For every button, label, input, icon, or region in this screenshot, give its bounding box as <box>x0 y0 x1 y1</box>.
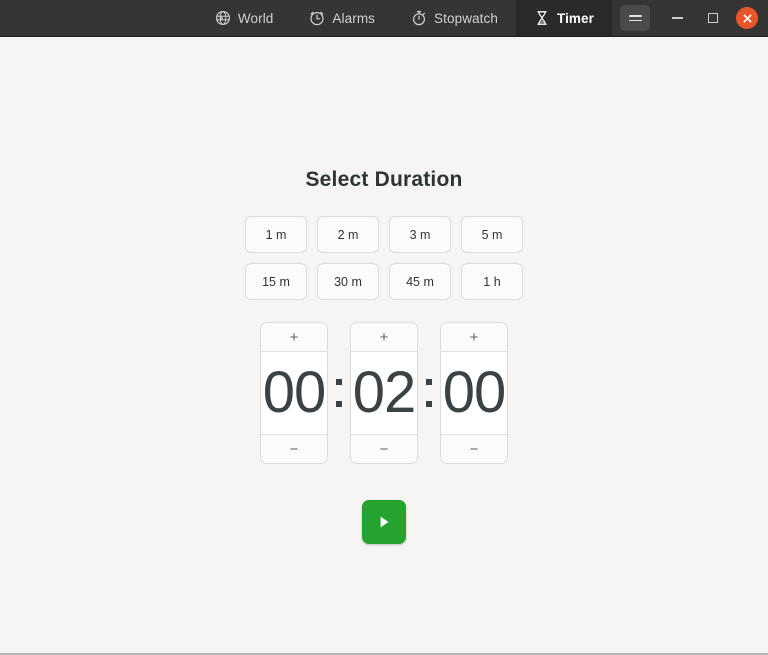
preset-label: 1 h <box>483 274 501 289</box>
clocks-window: World Alarms Stopwatch Timer Select Dura… <box>0 0 768 655</box>
hours-increment-button[interactable]: + <box>261 323 327 352</box>
view-switcher: World Alarms Stopwatch Timer <box>197 0 612 36</box>
window-controls <box>612 0 768 36</box>
duration-spinners: + 00 − + 02 − + 00 − <box>260 322 508 464</box>
timer-view: Select Duration 1 m 2 m 3 m 5 m 15 m 30 … <box>0 37 768 653</box>
preset-label: 2 m <box>337 227 359 242</box>
maximize-icon[interactable] <box>700 5 726 31</box>
minutes-spinner: + 02 − <box>350 322 418 464</box>
preset-button-1m[interactable]: 1 m <box>245 216 307 253</box>
start-timer-button[interactable] <box>362 500 406 544</box>
menu-line <box>628 19 642 21</box>
preset-label: 15 m <box>262 274 290 289</box>
tab-world[interactable]: World <box>197 0 292 36</box>
colon-dot <box>336 401 342 407</box>
tab-stopwatch[interactable]: Stopwatch <box>393 0 516 36</box>
tab-timer-label: Timer <box>556 10 594 26</box>
hours-decrement-button[interactable]: − <box>261 434 327 463</box>
preset-button-3m[interactable]: 3 m <box>389 216 451 253</box>
preset-button-5m[interactable]: 5 m <box>461 216 523 253</box>
colon-dot <box>336 379 342 385</box>
separator-minutes-seconds <box>418 379 440 407</box>
preset-label: 30 m <box>334 274 362 289</box>
preset-label: 45 m <box>406 274 434 289</box>
maximize-glyph <box>708 13 718 23</box>
hourglass-icon <box>534 10 550 26</box>
preset-label: 5 m <box>481 227 503 242</box>
colon-dot <box>426 401 432 407</box>
timer-setup-panel: Select Duration 1 m 2 m 3 m 5 m 15 m 30 … <box>245 168 523 544</box>
start-button-row <box>362 500 406 544</box>
preset-duration-grid: 1 m 2 m 3 m 5 m 15 m 30 m 45 m 1 h <box>245 216 523 300</box>
close-icon[interactable] <box>736 7 758 29</box>
hamburger-menu-icon[interactable] <box>620 5 650 31</box>
tab-stopwatch-label: Stopwatch <box>434 10 498 26</box>
preset-button-45m[interactable]: 45 m <box>389 263 451 300</box>
preset-label: 3 m <box>409 227 431 242</box>
preset-button-1h[interactable]: 1 h <box>461 263 523 300</box>
minutes-decrement-button[interactable]: − <box>351 434 417 463</box>
tab-alarms-label: Alarms <box>332 10 376 26</box>
seconds-spinner: + 00 − <box>440 322 508 464</box>
tab-alarms[interactable]: Alarms <box>291 0 393 36</box>
preset-button-2m[interactable]: 2 m <box>317 216 379 253</box>
preset-button-15m[interactable]: 15 m <box>245 263 307 300</box>
minutes-value[interactable]: 02 <box>351 352 417 434</box>
play-icon <box>380 516 389 528</box>
tab-timer[interactable]: Timer <box>515 0 612 36</box>
seconds-value[interactable]: 00 <box>441 352 507 434</box>
header-bar: World Alarms Stopwatch Timer <box>0 0 768 37</box>
seconds-decrement-button[interactable]: − <box>441 434 507 463</box>
seconds-increment-button[interactable]: + <box>441 323 507 352</box>
colon-dot <box>426 379 432 385</box>
page-title: Select Duration <box>305 168 463 191</box>
close-glyph <box>743 14 751 22</box>
hours-spinner: + 00 − <box>260 322 328 464</box>
stopwatch-icon <box>411 10 427 26</box>
alarm-clock-icon <box>309 10 325 26</box>
minutes-increment-button[interactable]: + <box>351 323 417 352</box>
minimize-icon[interactable] <box>664 5 690 31</box>
globe-icon <box>215 10 231 26</box>
separator-hours-minutes <box>328 379 350 407</box>
preset-label: 1 m <box>265 227 287 242</box>
menu-line <box>628 15 642 17</box>
hours-value[interactable]: 00 <box>261 352 327 434</box>
minimize-glyph <box>671 17 683 19</box>
preset-button-30m[interactable]: 30 m <box>317 263 379 300</box>
tab-world-label: World <box>237 10 274 26</box>
